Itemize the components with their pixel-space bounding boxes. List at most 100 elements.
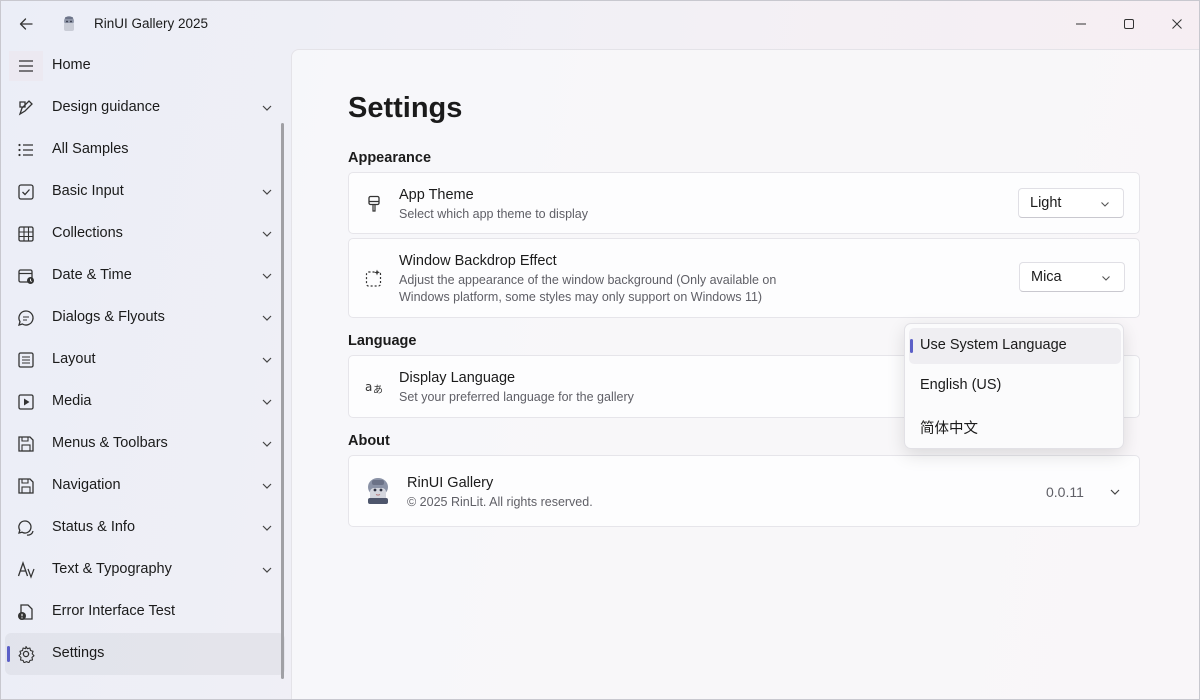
section-heading-appearance: Appearance [348, 150, 432, 166]
sidebar-item-dialogs-flyouts[interactable]: Dialogs & Flyouts [1, 297, 285, 339]
sidebar-item-status-info[interactable]: Status & Info [1, 507, 285, 549]
sidebar-item-home[interactable]: Home [1, 47, 285, 87]
chevron-down-icon [262, 399, 272, 405]
sidebar-item-collections[interactable]: Collections [1, 213, 285, 255]
minimize-icon [1076, 23, 1086, 25]
sidebar-item-label: Dialogs & Flyouts [52, 309, 165, 325]
chevron-down-icon [262, 525, 272, 531]
sidebar-item-label: All Samples [52, 141, 129, 157]
chevron-down-icon [262, 273, 272, 279]
grid-icon [18, 226, 34, 242]
display-language-desc: Set your preferred language for the gall… [399, 390, 634, 404]
sidebar-item-error-interface-test[interactable]: Error Interface Test [1, 591, 285, 633]
backdrop-desc: Adjust the appearance of the window back… [399, 273, 777, 304]
play-icon [18, 394, 34, 410]
about-app-name: RinUI Gallery [407, 475, 494, 491]
app-logo-icon [64, 16, 74, 31]
app-theme-title: App Theme [399, 187, 474, 203]
app-window: RinUI Gallery 2025 Home Design guidance [0, 0, 1200, 700]
language-option[interactable]: Use System Language [909, 328, 1121, 364]
about-card[interactable]: RinUI Gallery © 2025 RinLit. All rights … [348, 455, 1140, 527]
title-bar: RinUI Gallery 2025 [1, 1, 1199, 47]
sidebar-item-label: Status & Info [52, 519, 136, 535]
chevron-down-icon [262, 567, 272, 573]
selection-indicator [7, 646, 10, 662]
language-option-label: 简体中文 [920, 421, 978, 437]
back-button[interactable] [9, 8, 43, 40]
sidebar-item-date-time[interactable]: Date & Time [1, 255, 285, 297]
chevron-down-icon [262, 315, 272, 321]
backdrop-sparkle-icon [365, 269, 382, 287]
minimize-button[interactable] [1057, 1, 1105, 47]
sidebar-scrollbar[interactable] [281, 123, 284, 679]
chevron-down-icon [262, 357, 272, 363]
page-title: Settings [348, 92, 463, 124]
display-language-title: Display Language [399, 370, 516, 386]
language-icon: aあ [365, 380, 383, 396]
chevron-down-icon [262, 441, 272, 447]
gear-icon [18, 645, 35, 663]
app-title: RinUI Gallery 2025 [94, 16, 209, 31]
sidebar-item-basic-input[interactable]: Basic Input [1, 171, 285, 213]
sidebar-item-label: Navigation [52, 477, 121, 493]
sidebar-item-label: Layout [52, 351, 96, 367]
sidebar-item-settings[interactable]: Settings [5, 633, 285, 675]
sidebar-item-label: Home [52, 57, 91, 73]
sidebar-item-text-typography[interactable]: Text & Typography [1, 549, 285, 591]
sidebar-item-all-samples[interactable]: All Samples [1, 129, 285, 171]
sidebar-item-label: Design guidance [52, 99, 161, 115]
sidebar-item-label: Error Interface Test [52, 603, 176, 619]
language-option[interactable]: English (US) [909, 368, 1121, 404]
hamburger-icon [19, 60, 33, 72]
language-option-label: English (US) [920, 377, 1002, 393]
app-logo-icon [368, 478, 388, 504]
chevron-down-icon [1101, 202, 1109, 207]
selection-indicator [910, 339, 913, 353]
sidebar: Home Design guidance All Samples Basic I… [1, 47, 291, 699]
nav-list: Home Design guidance All Samples Basic I… [1, 57, 291, 675]
section-heading-language: Language [348, 333, 417, 349]
sidebar-item-label: Date & Time [52, 267, 132, 283]
chevron-down-icon[interactable] [1109, 486, 1121, 498]
sidebar-item-navigation[interactable]: Navigation [1, 465, 285, 507]
sidebar-item-label: Settings [52, 645, 105, 661]
error-document-icon [18, 604, 33, 620]
sidebar-item-label: Text & Typography [52, 561, 172, 577]
status-chat-icon [18, 520, 34, 536]
app-theme-card: App Theme Select which app theme to disp… [348, 172, 1140, 234]
language-dropdown-popup: Use System Language English (US) 简体中文 [904, 323, 1124, 449]
about-copyright: © 2025 RinLit. All rights reserved. [407, 495, 593, 509]
sidebar-item-media[interactable]: Media [1, 381, 285, 423]
sidebar-item-design-guidance[interactable]: Design guidance [1, 87, 285, 129]
save-icon [18, 436, 34, 452]
sidebar-item-label: Menus & Toolbars [52, 435, 168, 451]
sidebar-item-layout[interactable]: Layout [1, 339, 285, 381]
backdrop-card: Window Backdrop Effect Adjust the appear… [348, 238, 1140, 318]
combobox-value: Light [1030, 195, 1062, 211]
back-arrow-icon [19, 18, 33, 30]
language-option[interactable]: 简体中文 [909, 408, 1121, 444]
hamburger-button[interactable] [9, 51, 43, 81]
language-option-label: Use System Language [920, 337, 1067, 353]
typography-icon [17, 561, 35, 579]
calendar-clock-icon [18, 269, 34, 284]
backdrop-combobox[interactable]: Mica [1019, 262, 1125, 292]
svg-text:a: a [365, 380, 372, 394]
maximize-icon [1124, 19, 1134, 29]
checkbox-icon [18, 184, 34, 200]
sidebar-item-label: Media [52, 393, 92, 409]
app-theme-desc: Select which app theme to display [399, 207, 588, 221]
close-button[interactable] [1153, 1, 1199, 47]
section-heading-about: About [348, 433, 390, 449]
sidebar-item-menus-toolbars[interactable]: Menus & Toolbars [1, 423, 285, 465]
combobox-value: Mica [1031, 269, 1062, 285]
layout-icon [18, 352, 34, 368]
app-theme-combobox[interactable]: Light [1018, 188, 1124, 218]
chevron-down-icon [262, 483, 272, 489]
maximize-button[interactable] [1105, 1, 1153, 47]
chat-icon [18, 310, 34, 326]
list-icon [18, 143, 33, 157]
chevron-down-icon [262, 105, 272, 111]
about-version: 0.0.11 [1046, 484, 1084, 500]
chevron-down-icon [1102, 276, 1110, 281]
